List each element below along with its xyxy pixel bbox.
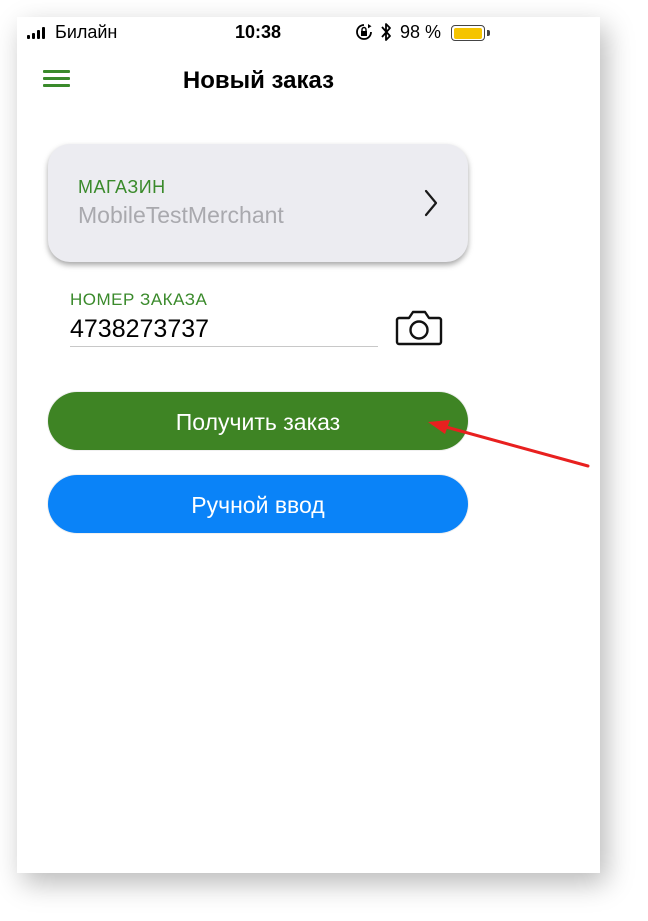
battery-icon	[451, 25, 485, 41]
signal-icon	[27, 27, 49, 39]
bluetooth-icon	[381, 23, 391, 41]
order-number-input[interactable]	[70, 312, 378, 347]
get-order-button[interactable]: Получить заказ	[48, 392, 468, 450]
carrier-name: Билайн	[55, 22, 118, 42]
order-number-label: НОМЕР ЗАКАЗА	[70, 290, 208, 309]
status-time: 10:38	[235, 22, 282, 42]
merchant-label: МАГАЗИН	[78, 177, 166, 197]
battery-fill	[453, 27, 482, 39]
phone-screen: Билайн 10:38 98 % Новый заказ МАГАЗИН Mo…	[17, 17, 600, 873]
chevron-right-icon	[424, 189, 438, 217]
battery-nub	[487, 30, 490, 36]
battery-percent: 98 %	[400, 22, 442, 42]
merchant-selector[interactable]: МАГАЗИН MobileTestMerchant	[48, 144, 468, 262]
manual-entry-button[interactable]: Ручной ввод	[48, 475, 468, 533]
status-bar: Билайн 10:38 98 %	[17, 17, 600, 47]
screenshot-stage: Билайн 10:38 98 % Новый заказ МАГАЗИН Mo…	[0, 0, 648, 921]
page-title: Новый заказ	[182, 67, 335, 94]
merchant-value: MobileTestMerchant	[78, 202, 284, 228]
rotation-lock-icon	[356, 24, 372, 40]
camera-icon[interactable]	[395, 307, 443, 347]
